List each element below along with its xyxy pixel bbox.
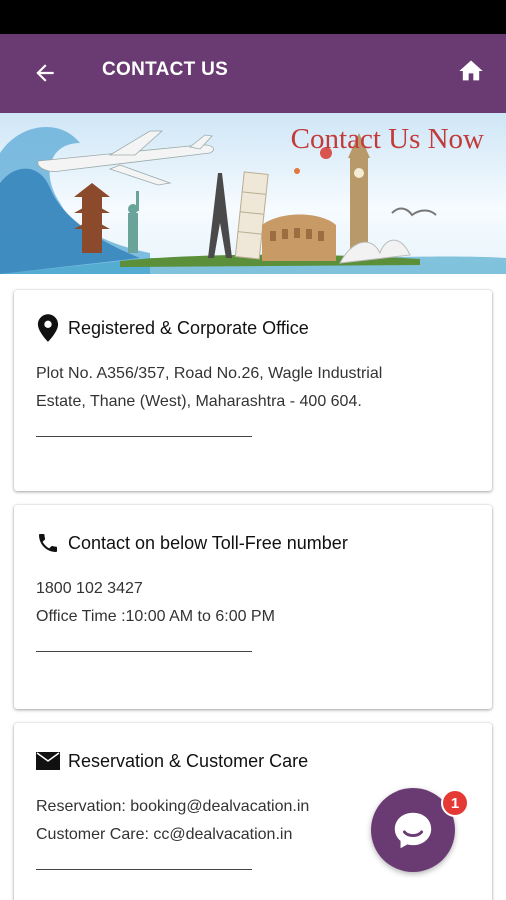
location-pin-icon: [36, 314, 60, 342]
banner-title: Contact Us Now: [290, 123, 484, 155]
card-title: Registered & Corporate Office: [68, 317, 309, 338]
chat-notification-badge: 1: [441, 789, 469, 817]
back-button[interactable]: [30, 58, 60, 88]
banner: Contact Us Now: [0, 113, 506, 274]
toll-free-card: Contact on below Toll-Free number 1800 1…: [14, 505, 492, 709]
address-line-2: Estate, Thane (West), Maharashtra - 400 …: [36, 393, 362, 410]
chat-bubble-icon: [394, 812, 432, 849]
divider: [36, 436, 252, 437]
toll-free-number[interactable]: 1800 102 3427: [36, 575, 470, 603]
divider: [36, 651, 252, 652]
home-icon: [459, 60, 483, 81]
card-title: Contact on below Toll-Free number: [68, 532, 348, 553]
address-line-1: Plot No. A356/357, Road No.26, Wagle Ind…: [36, 365, 383, 382]
home-button[interactable]: [456, 56, 486, 86]
phone-icon: [36, 529, 60, 557]
office-time: Office Time :10:00 AM to 6:00 PM: [36, 608, 275, 625]
app-bar: CONTACT US: [0, 34, 506, 113]
status-bar: [0, 0, 506, 34]
divider: [36, 869, 252, 870]
card-title: Reservation & Customer Care: [68, 750, 309, 771]
office-card: Registered & Corporate Office Plot No. A…: [14, 290, 492, 491]
envelope-icon: [36, 747, 60, 775]
arrow-left-icon: [36, 64, 54, 82]
page-title: CONTACT US: [102, 59, 229, 80]
